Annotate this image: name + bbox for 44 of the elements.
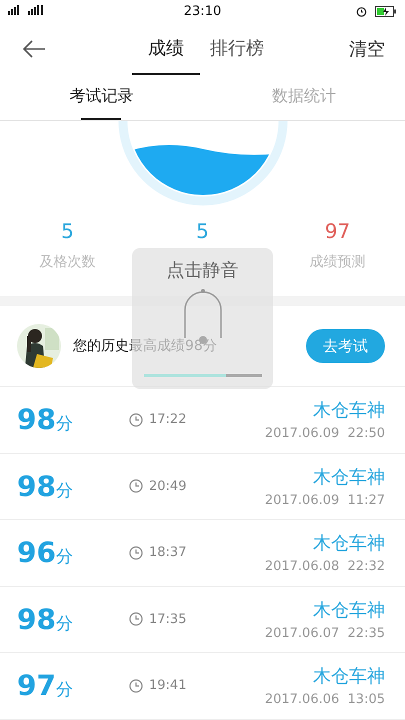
alarm-icon bbox=[356, 6, 367, 16]
score-unit: 分 bbox=[56, 612, 73, 635]
exam-duration: 18:37 bbox=[149, 545, 186, 560]
exam-date: 2017.06.09 22:50 bbox=[264, 426, 385, 442]
score-value: 98 bbox=[17, 602, 56, 636]
exam-duration: 17:22 bbox=[149, 412, 186, 428]
score-value: 98 bbox=[17, 403, 56, 436]
exam-duration: 19:41 bbox=[149, 678, 186, 694]
user-name: 木仓车神 bbox=[313, 399, 385, 422]
clock-icon bbox=[129, 546, 143, 560]
clock-icon bbox=[129, 678, 143, 693]
clock-icon bbox=[129, 612, 143, 626]
stat-value: 97 bbox=[324, 219, 350, 243]
score-unit: 分 bbox=[56, 679, 73, 702]
exam-date: 2017.06.06 13:05 bbox=[264, 692, 385, 708]
sub-tab[interactable]: 考试记录 bbox=[69, 75, 134, 120]
toast-label: 点击静音 bbox=[166, 259, 238, 282]
score-unit: 分 bbox=[56, 546, 73, 568]
exam-duration: 20:49 bbox=[149, 478, 186, 494]
exam-date: 2017.06.08 22:32 bbox=[264, 559, 385, 574]
user-name: 木仓车神 bbox=[313, 532, 385, 556]
exam-date: 2017.06.07 22:35 bbox=[264, 626, 385, 641]
clock-icon bbox=[129, 412, 143, 427]
score-value: 97 bbox=[17, 669, 56, 702]
score-unit: 分 bbox=[56, 480, 73, 502]
battery-icon bbox=[375, 6, 397, 16]
user-name: 木仓车神 bbox=[313, 665, 385, 688]
user-name: 木仓车神 bbox=[313, 466, 385, 489]
score-value: 98 bbox=[17, 470, 56, 503]
stat-label: 及格次数 bbox=[40, 253, 96, 271]
exam-duration: 17:35 bbox=[149, 612, 186, 627]
stat-value: 5 bbox=[61, 219, 74, 243]
score-value: 96 bbox=[17, 536, 56, 570]
exam-date: 2017.06.09 11:27 bbox=[264, 492, 385, 508]
score-unit: 分 bbox=[56, 413, 73, 436]
back-icon[interactable] bbox=[22, 40, 46, 58]
user-name: 木仓车神 bbox=[313, 598, 385, 622]
clock-time: 23:10 bbox=[184, 4, 222, 18]
nav-tab[interactable]: 排行榜 bbox=[200, 22, 274, 75]
stat-value: 5 bbox=[196, 219, 209, 243]
clock-icon bbox=[129, 479, 143, 494]
clear-button[interactable]: 清空 bbox=[349, 22, 385, 75]
stat-label: 成绩预测 bbox=[310, 253, 366, 271]
nav-tab[interactable]: 成绩 bbox=[132, 22, 200, 75]
